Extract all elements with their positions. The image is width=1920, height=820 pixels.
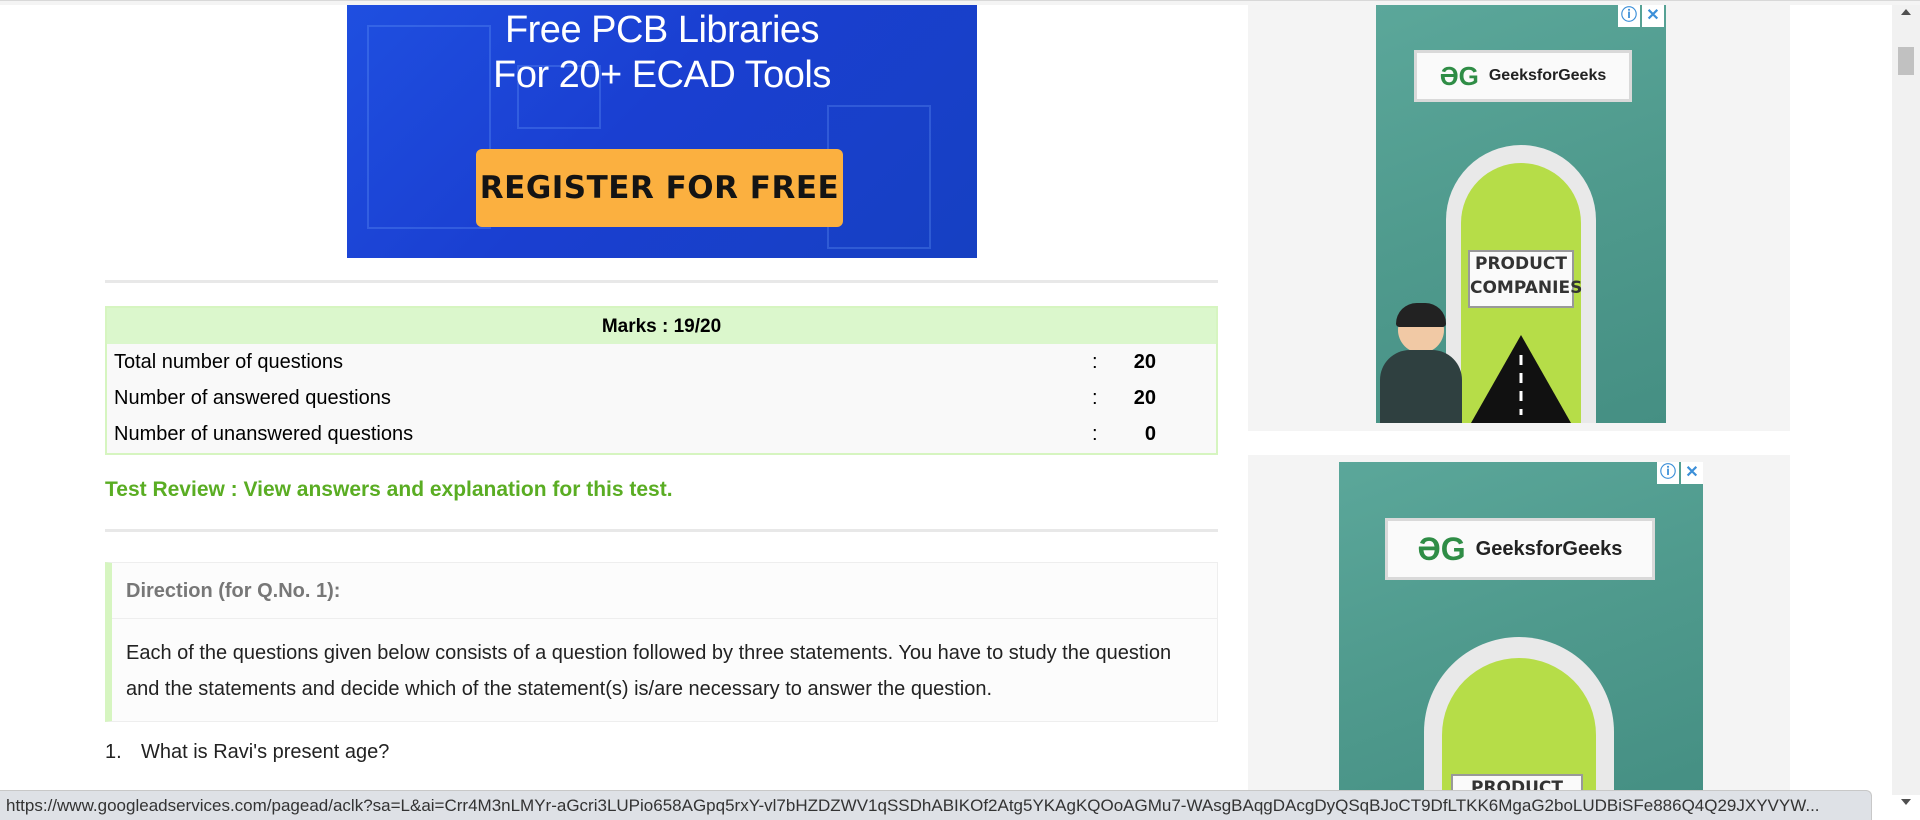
scrollbar-thumb[interactable] <box>1898 47 1914 75</box>
row-separator: : <box>1092 351 1098 373</box>
question-text: What is Ravi's present age? <box>141 741 390 763</box>
table-row: Number of unanswered questions : 0 <box>107 416 1216 452</box>
scroll-up-arrow-icon[interactable] <box>1901 9 1911 15</box>
row-label: Total number of questions <box>114 351 344 373</box>
gfg-brand-name: GeeksforGeeks <box>1475 537 1623 560</box>
test-review-link[interactable]: Test Review : View answers and explanati… <box>105 478 673 502</box>
marks-score-header: Marks : 19/20 <box>107 308 1216 344</box>
gfg-brand-name: GeeksforGeeks <box>1488 67 1607 84</box>
pcb-ad-banner[interactable]: Free PCB Libraries For 20+ ECAD Tools RE… <box>347 5 977 258</box>
sidebar-ad-container: ƏG GeeksforGeeks PRODUCT ⓘ ✕ <box>1248 455 1790 795</box>
question-number: 1. <box>105 741 122 763</box>
sidebar-ad-container: ƏG GeeksforGeeks PRODUCT COMPANIES ⓘ ✕ <box>1248 5 1790 431</box>
ad-controls: ⓘ ✕ <box>1618 5 1664 27</box>
close-icon[interactable]: ✕ <box>1642 5 1664 27</box>
gfg-logo-icon: ƏG <box>1417 530 1466 567</box>
sign-line: COMPANIES <box>1470 278 1583 298</box>
product-companies-sign: PRODUCT COMPANIES <box>1468 250 1583 308</box>
row-separator: : <box>1092 387 1098 409</box>
divider <box>105 529 1218 532</box>
row-value: 20 <box>1133 351 1156 373</box>
ad-headline-line2: For 20+ ECAD Tools <box>493 54 831 96</box>
marks-summary-table: Marks : 19/20 Total number of questions … <box>105 306 1218 455</box>
row-value: 0 <box>1144 423 1156 445</box>
scroll-down-arrow-icon[interactable] <box>1901 799 1911 805</box>
ad-headline-line1: Free PCB Libraries <box>504 9 820 51</box>
register-button[interactable]: REGISTER FOR FREE <box>476 149 843 227</box>
row-separator: : <box>1092 423 1098 445</box>
question-item: 1. What is Ravi's present age? <box>105 741 389 764</box>
adchoices-info-icon[interactable]: ⓘ <box>1657 462 1679 484</box>
gfg-logo-icon: ƏG <box>1439 60 1479 91</box>
row-label: Number of unanswered questions <box>114 423 414 445</box>
person-body <box>1380 350 1462 423</box>
person-hair <box>1396 303 1446 327</box>
link-status-bar: https://www.googleadservices.com/pagead/… <box>0 790 1872 820</box>
sign-line: PRODUCT <box>1475 254 1567 274</box>
row-value: 20 <box>1133 387 1156 409</box>
direction-panel: Direction (for Q.No. 1): Each of the que… <box>105 562 1218 722</box>
gfg-logo-card: ƏG GeeksforGeeks <box>1385 518 1655 580</box>
table-row: Number of answered questions : 20 <box>107 380 1216 416</box>
direction-heading: Direction (for Q.No. 1): <box>112 563 1217 619</box>
road-illustration <box>1471 335 1571 423</box>
row-label: Number of answered questions <box>114 387 391 409</box>
gfg-ad-1[interactable]: ƏG GeeksforGeeks PRODUCT COMPANIES <box>1376 5 1666 423</box>
gfg-ad-2[interactable]: ƏG GeeksforGeeks PRODUCT <box>1339 462 1703 795</box>
table-row: Total number of questions : 20 <box>107 344 1216 380</box>
vertical-scrollbar[interactable] <box>1892 5 1920 805</box>
direction-text: Each of the questions given below consis… <box>126 642 1172 700</box>
ad-controls: ⓘ ✕ <box>1657 462 1703 484</box>
divider <box>105 280 1218 283</box>
adchoices-info-icon[interactable]: ⓘ <box>1618 5 1640 27</box>
close-icon[interactable]: ✕ <box>1681 462 1703 484</box>
gfg-logo-card: ƏG GeeksforGeeks <box>1414 50 1632 102</box>
